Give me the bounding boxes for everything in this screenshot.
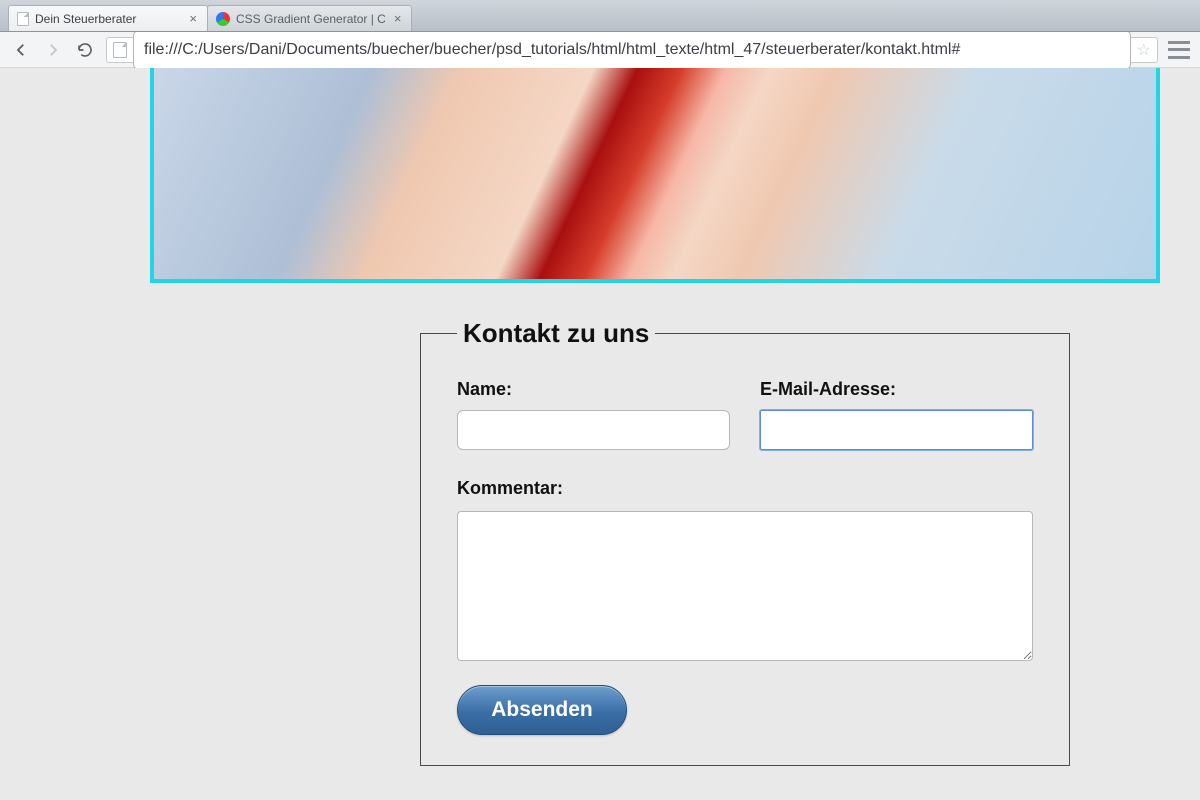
url-input[interactable] xyxy=(133,30,1131,70)
address-bar[interactable]: ☆ xyxy=(106,37,1158,63)
page-icon xyxy=(17,12,29,26)
back-button[interactable] xyxy=(10,39,32,61)
color-wheel-icon xyxy=(216,12,230,26)
name-label: Name: xyxy=(457,379,730,400)
tab-title: Dein Steuerberater xyxy=(35,12,181,26)
close-icon[interactable]: × xyxy=(392,12,404,25)
browser-toolbar: ☆ xyxy=(0,32,1200,68)
tab-title: CSS Gradient Generator | C xyxy=(236,12,386,26)
browser-tab-bar: Dein Steuerberater × CSS Gradient Genera… xyxy=(0,0,1200,32)
email-label: E-Mail-Adresse: xyxy=(760,379,1033,400)
reload-button[interactable] xyxy=(74,39,96,61)
page-viewport: Kontakt zu uns Name: E-Mail-Adresse: Kom… xyxy=(0,68,1200,800)
hamburger-menu-icon[interactable] xyxy=(1168,41,1190,59)
forward-button[interactable] xyxy=(42,39,64,61)
comment-textarea[interactable] xyxy=(457,511,1033,661)
hero-image xyxy=(150,68,1160,283)
email-input[interactable] xyxy=(760,410,1033,450)
contact-form: Kontakt zu uns Name: E-Mail-Adresse: Kom… xyxy=(420,318,1070,766)
bookmark-star-icon[interactable]: ☆ xyxy=(1137,40,1151,60)
submit-button[interactable]: Absenden xyxy=(457,685,627,735)
name-input[interactable] xyxy=(457,410,730,450)
file-icon xyxy=(113,42,127,58)
close-icon[interactable]: × xyxy=(187,12,199,25)
contact-fieldset: Kontakt zu uns Name: E-Mail-Adresse: Kom… xyxy=(420,318,1070,766)
comment-label: Kommentar: xyxy=(457,478,1033,499)
form-legend: Kontakt zu uns xyxy=(457,318,655,349)
browser-tab-inactive[interactable]: CSS Gradient Generator | C × xyxy=(207,5,412,31)
browser-tab-active[interactable]: Dein Steuerberater × xyxy=(8,5,208,31)
